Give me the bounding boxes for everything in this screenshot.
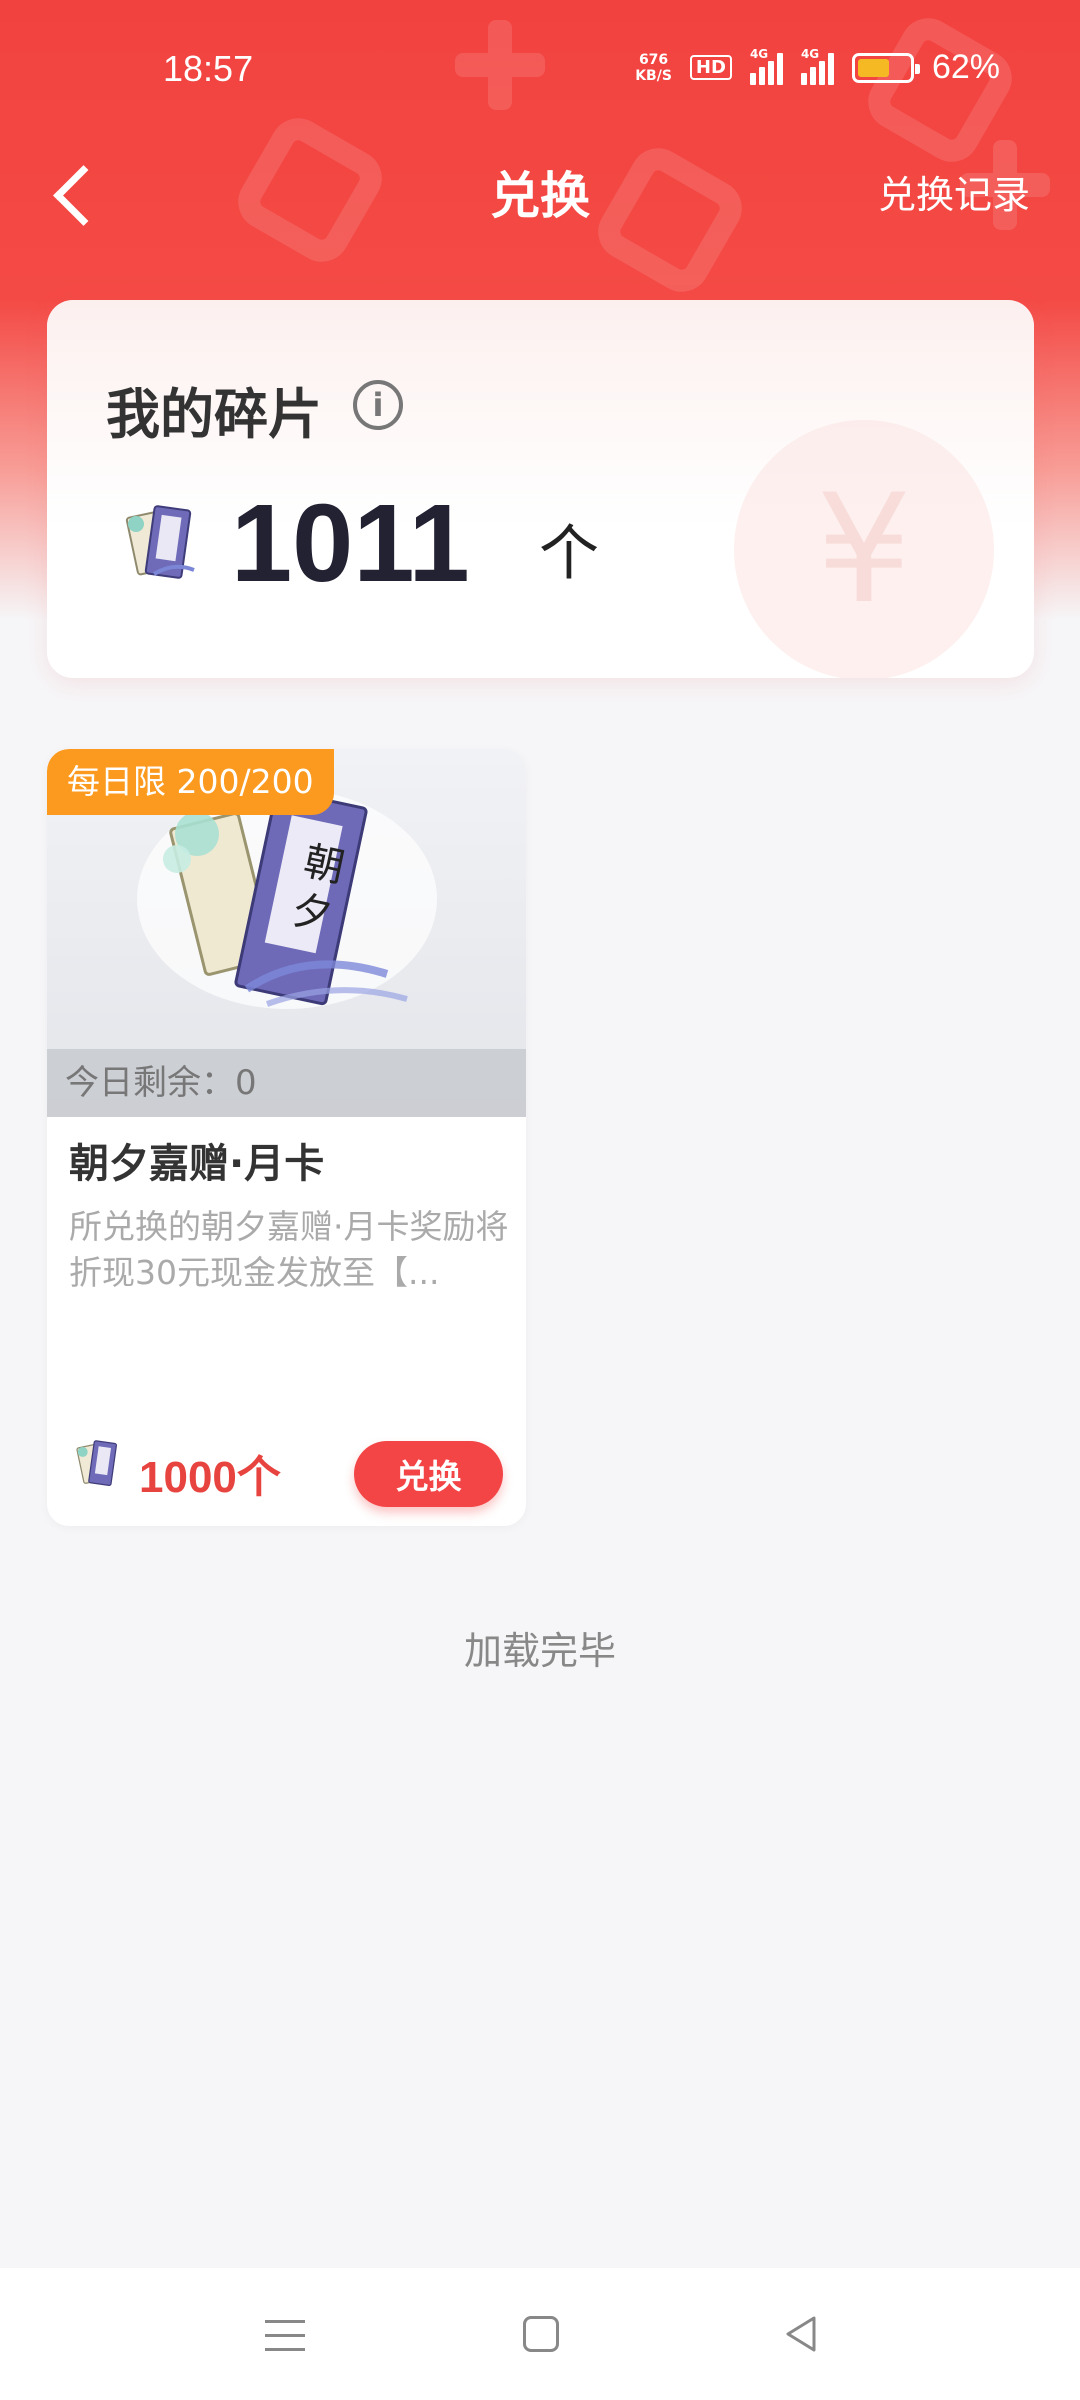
battery-level <box>857 58 889 77</box>
hd-icon: HD <box>689 55 732 80</box>
fragment-card-icon <box>125 505 195 579</box>
back-triangle-icon[interactable] <box>782 2314 822 2354</box>
fragment-count: 1011 <box>231 482 470 605</box>
my-fragments-card: ¥ 我的碎片 i 1011 个 <box>47 300 1034 678</box>
fragments-title: 我的碎片 <box>106 383 322 446</box>
status-indicators: 676 KB/S HD 4G 4G 62% <box>635 47 1000 87</box>
status-time: 18:57 <box>163 48 254 89</box>
product-name: 朝夕嘉赠·月卡 <box>69 1141 325 1187</box>
signal-icon: 4G <box>749 47 783 85</box>
system-navigation-bar <box>0 2268 1080 2400</box>
product-description: 所兑换的朝夕嘉赠·月卡奖励将折现30元现金发放至【... <box>69 1207 509 1292</box>
loaded-complete-text: 加载完毕 <box>463 1629 616 1673</box>
today-remaining: 今日剩余：0 <box>47 1049 526 1117</box>
exchange-record-link[interactable]: 兑换记录 <box>878 164 1030 219</box>
home-icon[interactable] <box>523 2316 559 2352</box>
menu-icon[interactable] <box>265 2318 305 2354</box>
exchange-button[interactable]: 兑换 <box>354 1441 503 1507</box>
nav-bar: 兑换 兑换记录 <box>0 140 1080 240</box>
product-card[interactable]: 朝 夕 每日限 200/200 今日剩余：0 朝夕嘉赠·月卡 所兑换的朝夕嘉赠·… <box>47 749 526 1526</box>
battery-percent: 62% <box>931 48 1000 86</box>
status-bar: 18:57 676 KB/S HD 4G 4G 62% <box>0 0 1080 140</box>
network-speed: 676 KB/S <box>635 51 672 84</box>
info-icon[interactable]: i <box>353 380 403 430</box>
product-price: 1000个 <box>139 1453 281 1502</box>
daily-limit-badge: 每日限 200/200 <box>47 749 334 815</box>
battery-icon <box>851 52 920 83</box>
fragment-price-icon <box>76 1440 118 1487</box>
signal-icon: 4G <box>800 47 834 85</box>
fragment-unit: 个 <box>539 519 599 589</box>
